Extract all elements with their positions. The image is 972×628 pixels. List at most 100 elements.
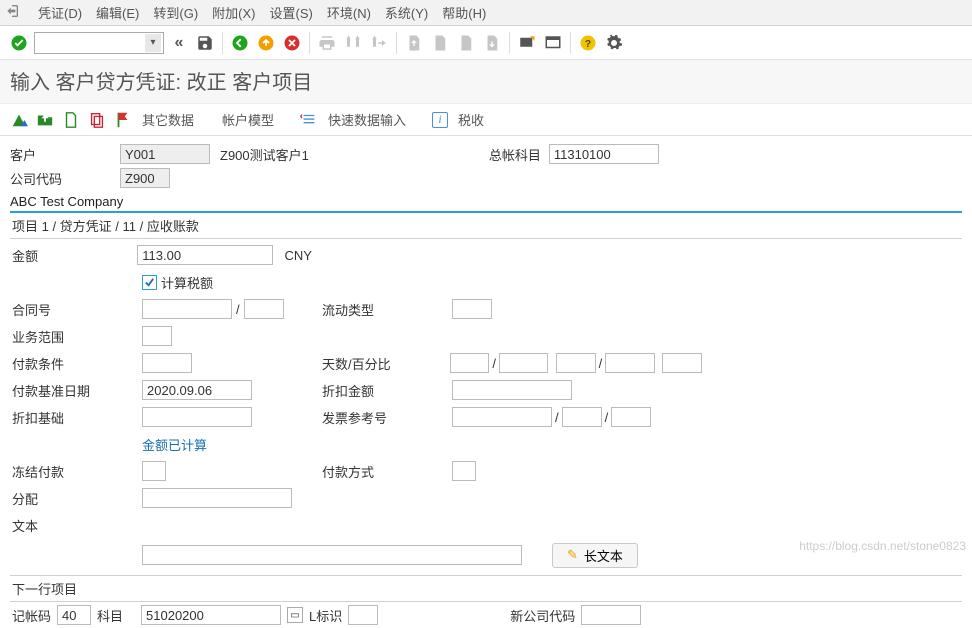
header-area: 客户 Y001 Z900测试客户1 总帐科目 11310100 公司代码 Z90…	[0, 136, 972, 192]
text-field[interactable]	[142, 545, 522, 565]
payterm-field[interactable]	[142, 353, 192, 373]
list-icon[interactable]	[300, 111, 318, 129]
menu-document[interactable]: 凭证(D)	[38, 3, 82, 22]
page-prev-icon[interactable]	[429, 32, 451, 54]
menu-settings[interactable]: 设置(S)	[270, 3, 313, 22]
search-help-button[interactable]: ▭	[287, 607, 303, 623]
exit-yellow-icon[interactable]	[255, 32, 277, 54]
menu-extras[interactable]: 附加(X)	[212, 3, 255, 22]
customer-name: Z900测试客户1	[220, 145, 309, 164]
tax-button[interactable]: 税收	[458, 110, 484, 129]
pay-method-field[interactable]	[452, 461, 476, 481]
pct1-field[interactable]	[499, 353, 548, 373]
business-area-field[interactable]	[142, 326, 172, 346]
layout-icon[interactable]	[542, 32, 564, 54]
watermark: https://blog.csdn.net/stone0823	[799, 539, 966, 553]
menu-help[interactable]: 帮助(H)	[442, 3, 486, 22]
days2-field[interactable]	[556, 353, 596, 373]
posting-key-field[interactable]: 40	[57, 605, 91, 625]
contract-field-2[interactable]	[244, 299, 284, 319]
item-header: 项目 1 / 贷方凭证 / 11 / 应收账款	[10, 211, 962, 239]
company-code-field: Z900	[120, 168, 170, 188]
open-icon[interactable]	[36, 111, 54, 129]
new-company-code-field[interactable]	[581, 605, 641, 625]
long-text-button[interactable]: ✎ 长文本	[552, 543, 638, 568]
contract-label: 合同号	[12, 300, 142, 319]
svg-text:?: ?	[585, 37, 591, 49]
find-next-icon[interactable]	[368, 32, 390, 54]
assignment-field[interactable]	[142, 488, 292, 508]
baseline-date-field[interactable]: 2020.09.06	[142, 380, 252, 400]
currency-label: CNY	[285, 248, 312, 263]
menu-edit[interactable]: 编辑(E)	[96, 3, 139, 22]
tree-icon[interactable]	[10, 111, 28, 129]
print-icon[interactable]	[316, 32, 338, 54]
calc-tax-label: 计算税额	[161, 273, 213, 292]
days3-field[interactable]	[662, 353, 702, 373]
payterm-label: 付款条件	[12, 354, 142, 373]
amount-calculated-note: 金额已计算	[142, 435, 207, 454]
calc-tax-checkbox[interactable]	[142, 275, 157, 290]
inv-ref-field-2[interactable]	[562, 407, 602, 427]
contract-field-1[interactable]	[142, 299, 232, 319]
gl-account-field[interactable]: 11310100	[549, 144, 659, 164]
application-toolbar: 其它数据 帐户模型 快速数据输入 i 税收	[0, 104, 972, 136]
save-icon[interactable]	[194, 32, 216, 54]
customer-code-field: Y001	[120, 144, 210, 164]
settings-gear-icon[interactable]	[603, 32, 625, 54]
new-session-icon[interactable]	[516, 32, 538, 54]
inv-ref-field-3[interactable]	[611, 407, 651, 427]
account-model-button[interactable]: 帐户模型	[222, 110, 274, 129]
doc-icon[interactable]	[62, 111, 80, 129]
other-data-button[interactable]: 其它数据	[142, 110, 194, 129]
copy-icon[interactable]	[88, 111, 106, 129]
days-pct-label: 天数/百分比	[322, 354, 450, 373]
disc-amt-label: 折扣金额	[322, 381, 452, 400]
sgl-indicator-label: L标识	[309, 606, 342, 625]
pay-method-label: 付款方式	[322, 462, 452, 481]
first-page-icon[interactable]: «	[168, 32, 190, 54]
fast-entry-button[interactable]: 快速数据输入	[328, 110, 406, 129]
menu-goto[interactable]: 转到(G)	[153, 3, 198, 22]
sgl-indicator-field[interactable]	[348, 605, 378, 625]
menu-bar: 凭证(D) 编辑(E) 转到(G) 附加(X) 设置(S) 环境(N) 系统(Y…	[0, 0, 972, 26]
line-item-panel: ABC Test Company 项目 1 / 贷方凭证 / 11 / 应收账款…	[10, 194, 962, 628]
movement-type-label: 流动类型	[322, 300, 452, 319]
accept-icon[interactable]	[8, 32, 30, 54]
menu-environment[interactable]: 环境(N)	[327, 3, 371, 22]
disc-base-field[interactable]	[142, 407, 252, 427]
back-icon[interactable]	[229, 32, 251, 54]
new-company-code-label: 新公司代码	[510, 606, 575, 625]
movement-type-field[interactable]	[452, 299, 492, 319]
amount-field[interactable]: 113.00	[137, 245, 272, 265]
page-down-icon[interactable]	[481, 32, 503, 54]
gl-account-label: 总帐科目	[489, 145, 549, 164]
page-next-icon[interactable]	[455, 32, 477, 54]
business-area-label: 业务范围	[12, 327, 142, 346]
longtext-icon: ✎	[567, 547, 578, 563]
menu-system[interactable]: 系统(Y)	[385, 3, 428, 22]
block-label: 冻结付款	[12, 462, 142, 481]
flag-icon[interactable]	[114, 111, 132, 129]
disc-amt-field[interactable]	[452, 380, 572, 400]
inv-ref-label: 发票参考号	[322, 408, 452, 427]
posting-key-label: 记帐码	[12, 606, 51, 625]
inv-ref-field-1[interactable]	[452, 407, 552, 427]
exit-icon[interactable]	[4, 3, 20, 22]
cancel-icon[interactable]	[281, 32, 303, 54]
find-icon[interactable]	[342, 32, 364, 54]
pct2-field[interactable]	[605, 353, 654, 373]
info-icon[interactable]: i	[432, 112, 448, 128]
customer-label: 客户	[10, 145, 120, 164]
page-up-icon[interactable]	[403, 32, 425, 54]
help-icon[interactable]: ?	[577, 32, 599, 54]
long-text-label: 长文本	[584, 546, 623, 565]
account-field[interactable]: 51020200	[141, 605, 281, 625]
amount-label: 金额	[12, 246, 137, 265]
account-label: 科目	[97, 606, 123, 625]
days1-field[interactable]	[450, 353, 490, 373]
block-field[interactable]	[142, 461, 166, 481]
standard-toolbar: ▾ « ?	[0, 26, 972, 60]
command-field[interactable]: ▾	[34, 32, 164, 54]
company-code-label: 公司代码	[10, 169, 120, 188]
